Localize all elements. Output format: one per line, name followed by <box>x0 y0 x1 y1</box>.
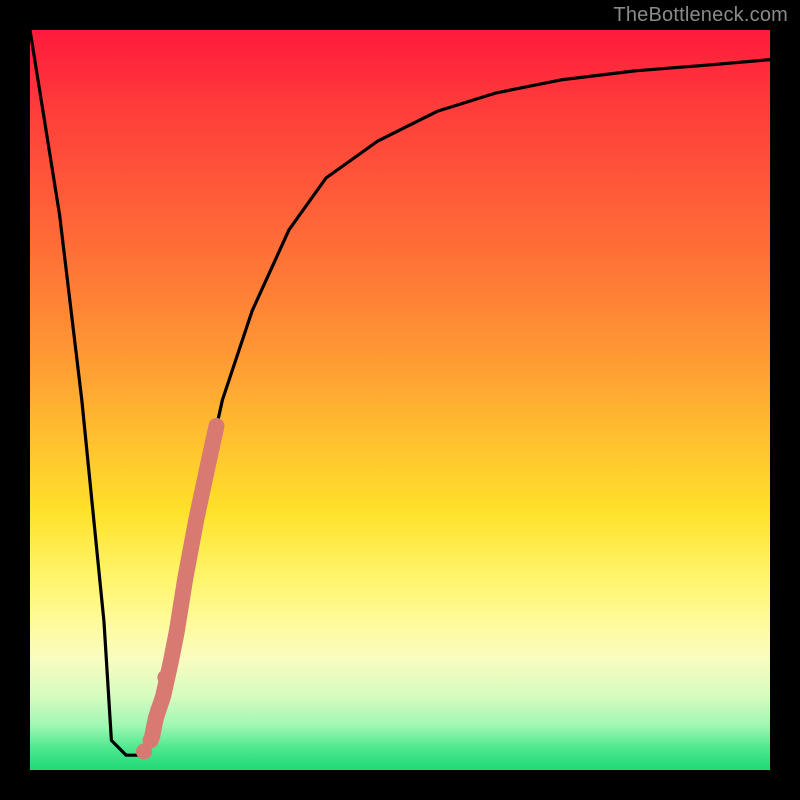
chart-frame: TheBottleneck.com <box>0 0 800 800</box>
source-attribution: TheBottleneck.com <box>613 4 788 27</box>
highlight-dot <box>150 703 166 719</box>
highlight-dots <box>136 670 173 760</box>
highlight-dot <box>157 670 173 686</box>
highlight-segment <box>152 426 216 737</box>
bottleneck-curve <box>30 30 770 755</box>
highlight-dot <box>143 732 159 748</box>
chart-overlay-svg <box>30 30 770 770</box>
